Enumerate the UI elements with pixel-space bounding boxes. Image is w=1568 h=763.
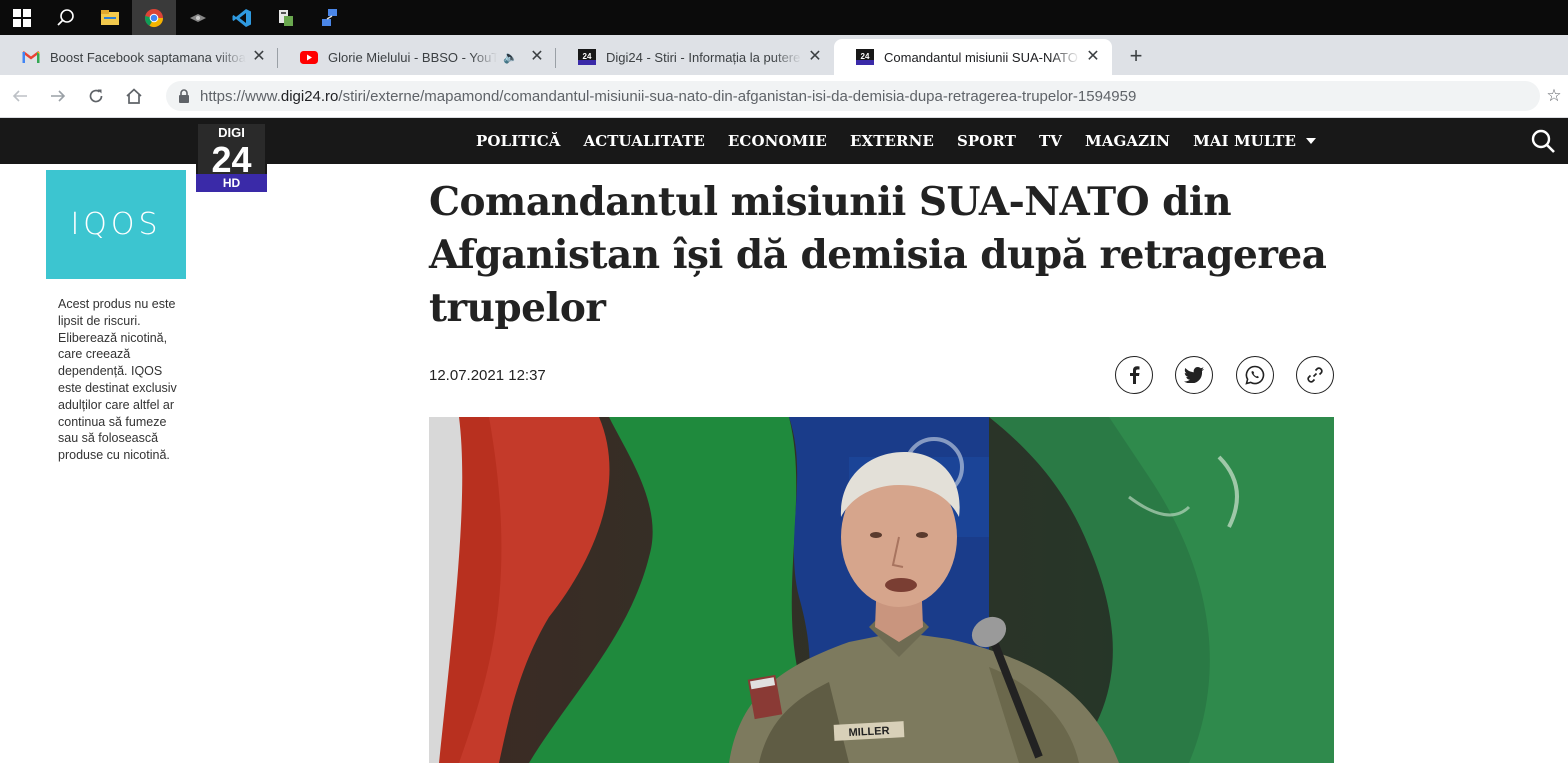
arrow-right-icon — [51, 90, 66, 102]
photo-name-tag: MILLER — [848, 725, 890, 739]
tab-digi24-home[interactable]: 24 Digi24 - Stiri - Informația la putere… — [556, 39, 834, 75]
tab-close-button[interactable]: ✕ — [1084, 48, 1102, 66]
chrome-icon — [145, 8, 163, 27]
tool-icon — [279, 9, 293, 26]
windows-taskbar — [0, 0, 1568, 35]
youtube-icon — [300, 49, 318, 65]
site-search-icon[interactable] — [1530, 128, 1556, 154]
taskbar-file-explorer[interactable] — [88, 0, 132, 35]
share-link-button[interactable] — [1296, 356, 1334, 394]
home-icon — [126, 88, 142, 104]
taskbar-search-button[interactable] — [44, 0, 88, 35]
menu-item-magazin[interactable]: MAGAZIN — [1085, 132, 1170, 150]
arrow-left-icon — [12, 90, 27, 102]
taskbar-app[interactable] — [176, 0, 220, 35]
tab-youtube[interactable]: Glorie Mielului - BBSO - YouTube 🔈 ✕ — [278, 39, 556, 75]
lock-icon — [179, 89, 189, 103]
speaker-icon[interactable]: 🔈 — [503, 50, 518, 64]
menu-item-mai-multe[interactable]: MAI MULTE — [1193, 132, 1317, 150]
main-menu: POLITICĂ ACTUALITATE ECONOMIE EXTERNE SP… — [476, 118, 1339, 164]
tab-title: Comandantul misiunii SUA-NATO din Afgani… — [884, 49, 1080, 65]
forward-button[interactable] — [40, 78, 76, 114]
digi24-icon: 24 — [856, 49, 874, 65]
iqos-ad-banner[interactable]: IQOS — [46, 170, 186, 279]
whatsapp-icon — [1245, 365, 1265, 385]
browser-tab-strip: Boost Facebook saptamana viitoare ✕ Glor… — [0, 35, 1568, 75]
tab-title: Boost Facebook saptamana viitoare — [50, 49, 246, 65]
windows-start-icon — [13, 8, 31, 27]
caret-down-icon — [1306, 138, 1317, 144]
search-icon — [57, 8, 74, 26]
url-domain: digi24.ro — [280, 87, 339, 105]
logo-24: 24 — [211, 139, 251, 180]
reload-button[interactable] — [78, 78, 114, 114]
vscode-icon — [232, 8, 251, 27]
tab-close-button[interactable]: ✕ — [806, 48, 824, 66]
app-icon — [190, 13, 206, 22]
link-icon — [1307, 367, 1323, 383]
bookmark-star-icon[interactable]: ☆ — [1540, 86, 1568, 106]
back-button[interactable] — [2, 78, 38, 114]
share-twitter-button[interactable] — [1175, 356, 1213, 394]
url-path: /stiri/externe/mapamond/comandantul-misi… — [338, 87, 1137, 105]
menu-item-sport[interactable]: SPORT — [957, 132, 1016, 150]
article-photo[interactable]: MILLER — [429, 417, 1334, 763]
new-tab-button[interactable]: + — [1118, 39, 1154, 75]
taskbar-vscode[interactable] — [220, 0, 264, 35]
digi24-icon: 24 — [578, 49, 596, 65]
home-button[interactable] — [116, 78, 152, 114]
logo-digi: DIGI — [218, 125, 245, 140]
network-icon — [322, 8, 337, 26]
svg-text:24: 24 — [861, 52, 870, 61]
taskbar-tool[interactable] — [264, 0, 308, 35]
twitter-icon — [1184, 367, 1204, 383]
menu-item-politica[interactable]: POLITICĂ — [476, 132, 560, 150]
gmail-icon — [22, 49, 40, 65]
menu-item-externe[interactable]: EXTERNE — [850, 132, 934, 150]
tab-digi24-article[interactable]: 24 Comandantul misiunii SUA-NATO din Afg… — [834, 39, 1112, 75]
file-explorer-icon — [101, 9, 119, 25]
menu-more-label: MAI MULTE — [1193, 132, 1297, 150]
share-facebook-button[interactable] — [1115, 356, 1153, 394]
taskbar-chrome[interactable] — [132, 0, 176, 35]
browser-toolbar: https://www. digi24.ro/stiri/externe/mapa… — [0, 75, 1568, 118]
windows-start-button[interactable] — [0, 0, 44, 35]
facebook-icon — [1130, 366, 1140, 384]
digi24-logo[interactable]: DIGI 24 HD — [196, 122, 267, 192]
address-bar[interactable]: https://www. digi24.ro/stiri/externe/mapa… — [166, 81, 1540, 111]
url-scheme: https://www. — [200, 87, 281, 105]
menu-item-economie[interactable]: ECONOMIE — [728, 132, 827, 150]
tab-title: Glorie Mielului - BBSO - YouTube — [328, 49, 498, 65]
reload-icon — [89, 89, 103, 103]
tab-gmail[interactable]: Boost Facebook saptamana viitoare ✕ — [0, 39, 278, 75]
svg-text:24: 24 — [583, 52, 592, 61]
ad-disclaimer: Acest produs nu este lipsit de riscuri. … — [58, 297, 177, 463]
menu-item-tv[interactable]: TV — [1039, 132, 1062, 150]
logo-hd: HD — [223, 176, 241, 190]
article-date: 12.07.2021 12:37 — [429, 367, 546, 384]
tab-close-button[interactable]: ✕ — [250, 48, 268, 66]
tab-close-button[interactable]: ✕ — [528, 48, 546, 66]
article-headline: Comandantul misiunii SUA-NATO din Afgani… — [429, 179, 1327, 331]
taskbar-network[interactable] — [308, 0, 352, 35]
ad-brand: IQOS — [70, 207, 162, 242]
tab-title: Digi24 - Stiri - Informația la putere — [606, 49, 801, 65]
menu-item-actualitate[interactable]: ACTUALITATE — [583, 132, 704, 150]
share-whatsapp-button[interactable] — [1236, 356, 1274, 394]
